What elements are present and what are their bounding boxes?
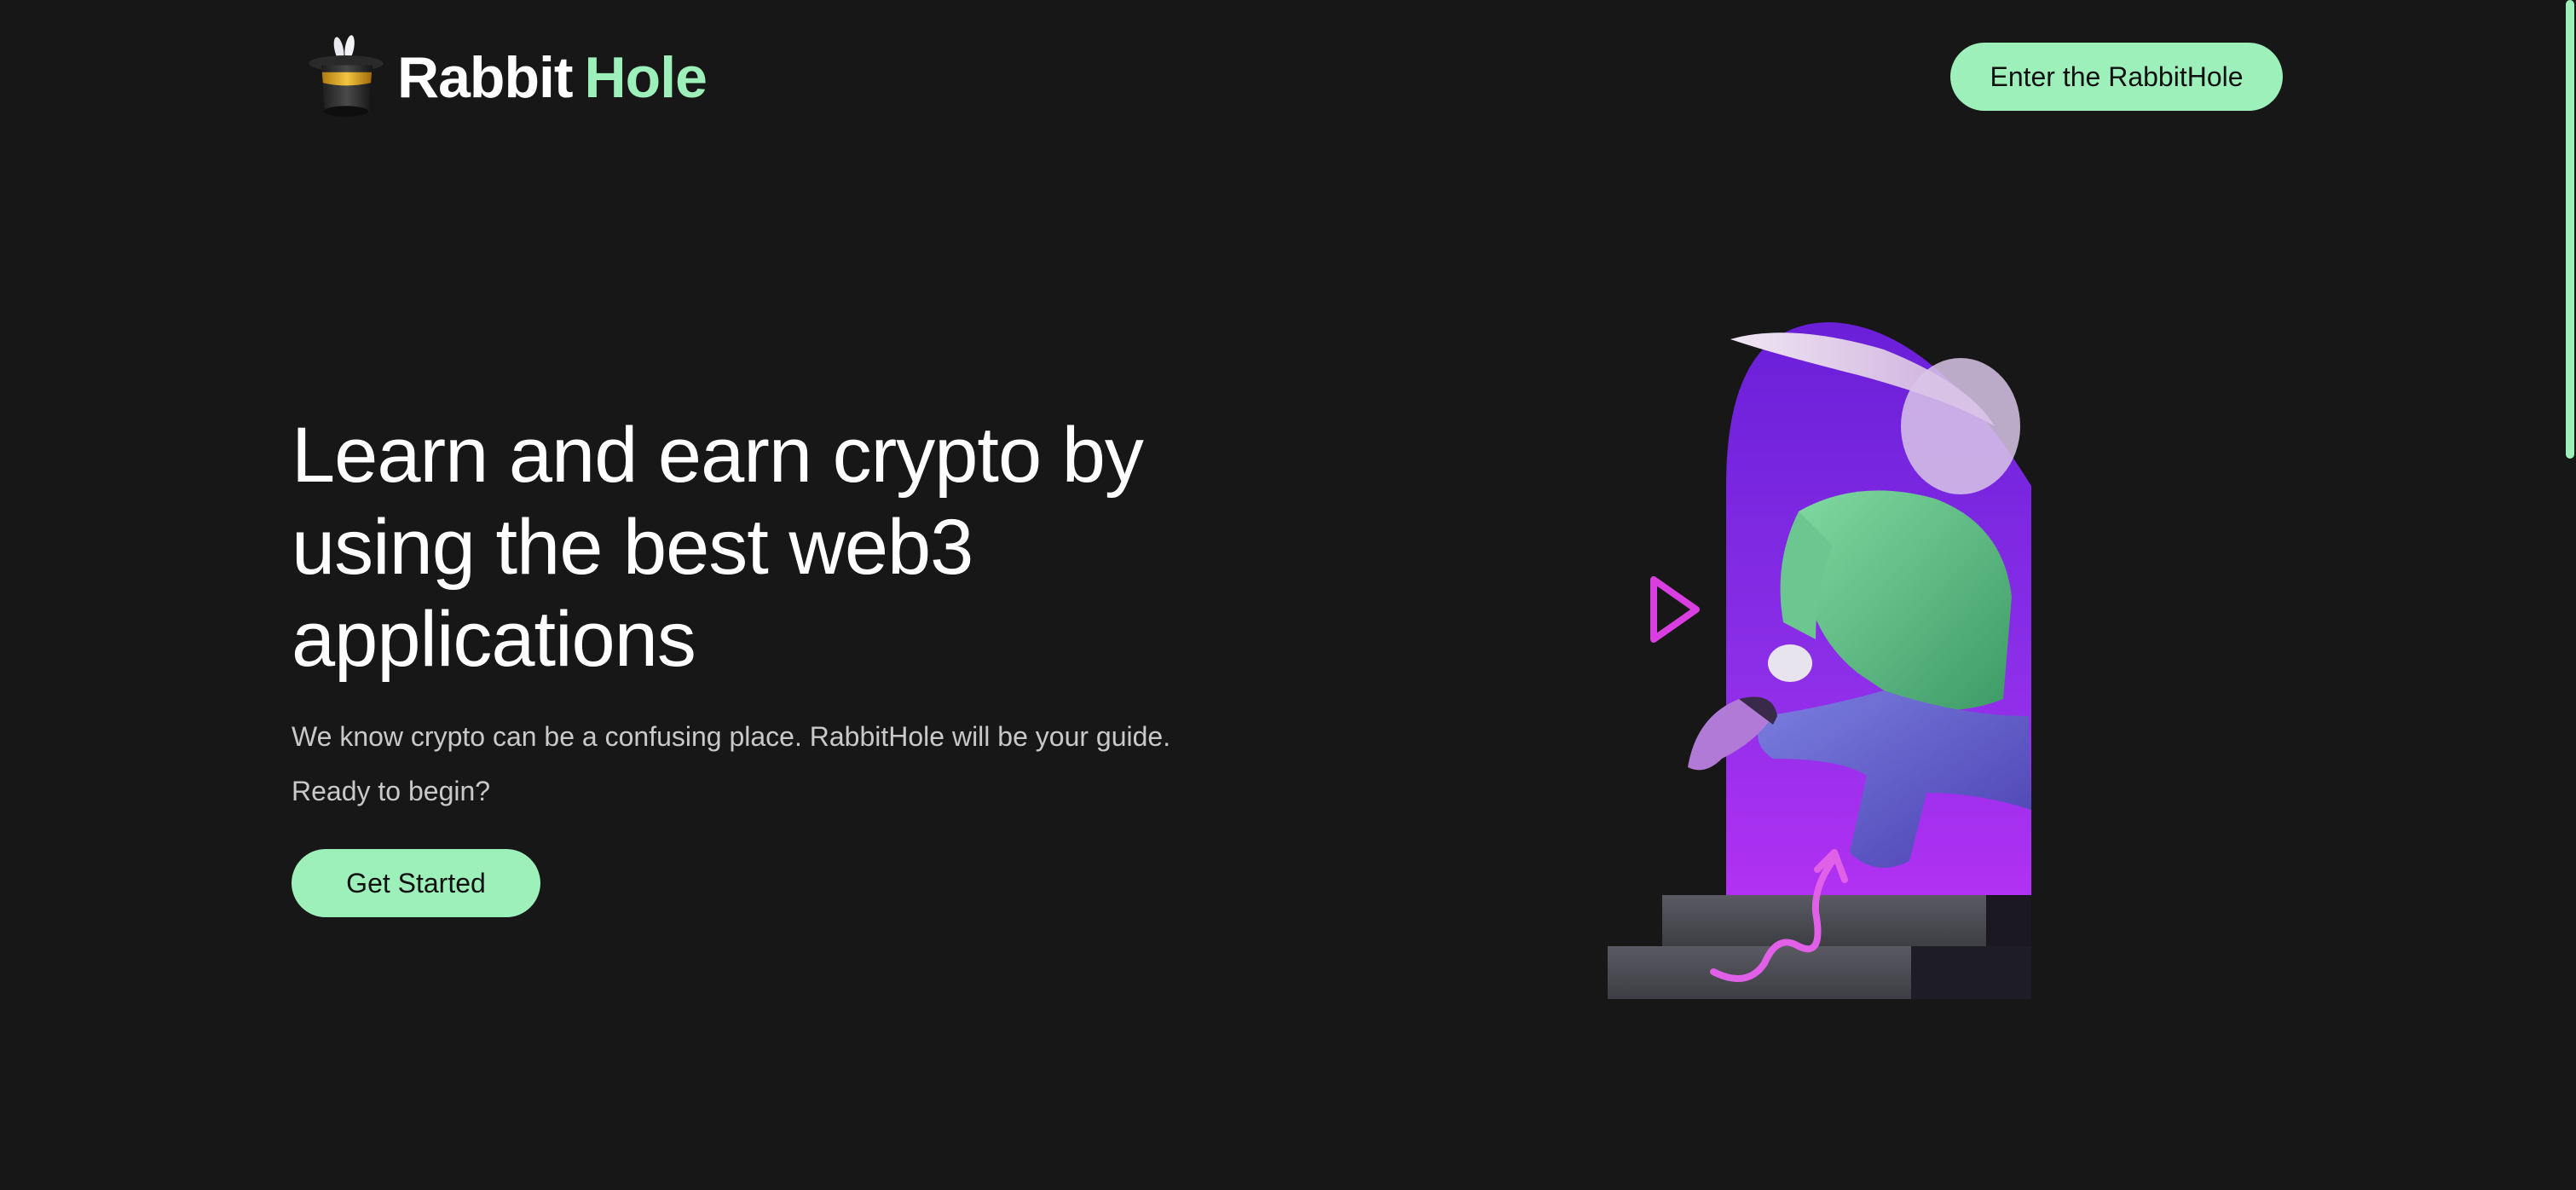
landing-page: Rabbit Hole Enter the RabbitHole Learn an… — [0, 0, 2576, 1190]
play-icon — [1650, 576, 1700, 643]
scrollbar-thumb[interactable] — [2566, 0, 2574, 459]
logo[interactable]: Rabbit Hole — [303, 31, 708, 124]
logo-word-hole: Hole — [584, 45, 708, 110]
rabbit-paw — [1768, 644, 1812, 682]
logo-word-rabbit: Rabbit — [397, 45, 574, 110]
get-started-button[interactable]: Get Started — [292, 849, 540, 917]
hero-subtitle-line-2: Ready to begin? — [292, 776, 491, 806]
hero-title: Learn and earn crypto by using the best … — [292, 412, 1144, 683]
hero-subtitle-line-1: We know crypto can be a confusing place.… — [292, 721, 1171, 752]
hero-subtitle: We know crypto can be a confusing place.… — [292, 709, 1314, 818]
logo-wordmark: Rabbit Hole — [397, 49, 708, 107]
magic-hat-icon — [309, 35, 384, 117]
stair-top — [1662, 895, 1986, 946]
rabbit-running-illustration — [1608, 322, 2031, 999]
enter-rabbithole-button[interactable]: Enter the RabbitHole — [1950, 43, 2283, 111]
